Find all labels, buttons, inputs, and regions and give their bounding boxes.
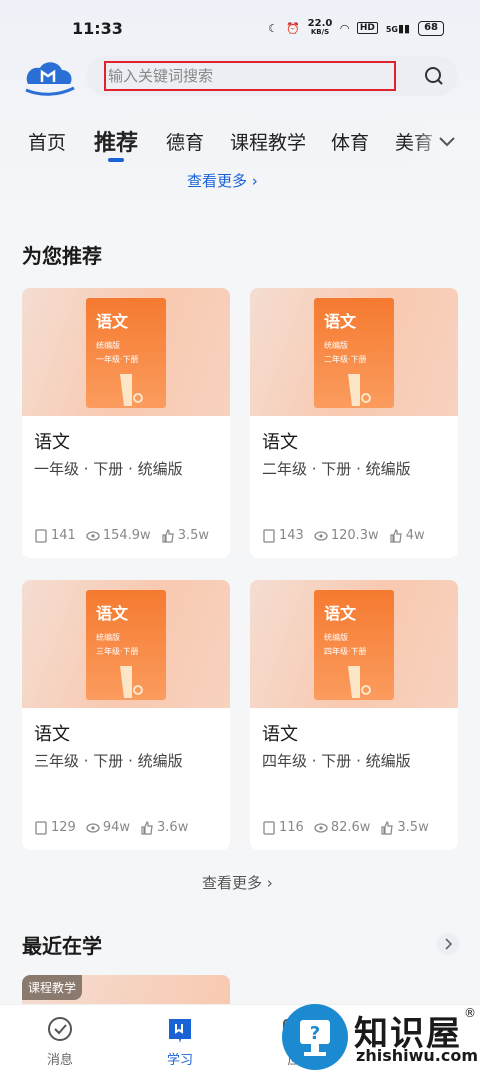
eye-icon: [314, 822, 328, 833]
nav-learn[interactable]: 学习: [150, 1015, 210, 1068]
card-subtitle: 四年级 · 下册 · 统编版: [262, 752, 411, 770]
card-title: 语文: [34, 432, 70, 453]
lessons-icon: [35, 820, 47, 835]
lessons-icon: [263, 528, 275, 543]
card-stats: 141 154.9w 3.5w: [34, 528, 209, 543]
tab-home[interactable]: 首页: [28, 128, 66, 155]
tab-sports[interactable]: 体育: [331, 128, 369, 155]
see-more-link-top[interactable]: 查看更多 ›: [187, 170, 258, 191]
book-glyph-icon: [348, 374, 371, 406]
moon-icon: ☾: [268, 21, 278, 35]
card-title: 语文: [262, 432, 298, 453]
card-stats: 129 94w 3.6w: [34, 820, 188, 835]
tab-recommend[interactable]: 推荐: [94, 125, 138, 157]
search-bar: [86, 56, 458, 96]
category-tabs: 首页 推荐 德育 课程教学 体育 美育: [0, 120, 480, 166]
message-icon: [48, 1017, 72, 1041]
textbook-image: 语文 统编版 二年级·下册: [314, 298, 394, 408]
lessons-icon: [263, 820, 275, 835]
watermark-logo: ? 知识屋 ® zhishiwu.com: [282, 1002, 480, 1072]
book-glyph-icon: [120, 666, 143, 698]
status-time: 11:33: [72, 18, 123, 38]
textbook-image: 语文 统编版 三年级·下册: [86, 590, 166, 700]
thumbs-up-icon: [141, 820, 153, 835]
thumbs-up-icon: [381, 820, 394, 835]
course-cover: 语文 统编版 四年级·下册: [250, 580, 458, 708]
thumbs-up-icon: [162, 528, 174, 543]
eye-icon: [314, 530, 328, 541]
eye-icon: [86, 822, 100, 833]
course-card[interactable]: 语文 统编版 一年级·下册 语文 一年级 · 下册 · 统编版 141 154.…: [22, 288, 230, 558]
card-stats: 143 120.3w 4w: [262, 528, 425, 543]
course-cover: 语文 统编版 二年级·下册: [250, 288, 458, 416]
book-glyph-icon: [348, 666, 371, 698]
status-icons: ☾ ⏰ 22.0 KB/S ◠ HD 5G▮▮ 68: [268, 19, 444, 37]
active-tab-indicator: [108, 158, 124, 162]
textbook-image: 语文 统编版 四年级·下册: [314, 590, 394, 700]
hd-icon: HD: [356, 22, 378, 34]
status-bar: 11:33 ☾ ⏰ 22.0 KB/S ◠ HD 5G▮▮ 68: [0, 0, 480, 56]
textbook-image: 语文 统编版 一年级·下册: [86, 298, 166, 408]
thumbs-up-icon: [390, 528, 402, 543]
search-input[interactable]: [104, 61, 396, 91]
battery-icon: 68: [418, 20, 444, 36]
see-more-link[interactable]: 查看更多 ›: [202, 872, 273, 893]
course-cover: 语文 统编版 三年级·下册: [22, 580, 230, 708]
signal-icon: 5G▮▮: [385, 21, 411, 35]
eye-icon: [86, 530, 100, 541]
nav-messages[interactable]: 消息: [30, 1015, 90, 1068]
recommend-title: 为您推荐: [22, 244, 102, 268]
network-speed: 22.0 KB/S: [307, 18, 333, 37]
tab-course[interactable]: 课程教学: [230, 128, 306, 155]
course-card[interactable]: 语文 统编版 二年级·下册 语文 二年级 · 下册 · 统编版 143 120.…: [250, 288, 458, 558]
card-stats: 116 82.6w 3.5w: [262, 820, 429, 835]
recent-title: 最近在学: [22, 934, 102, 958]
course-cover: 语文 统编版 一年级·下册: [22, 288, 230, 416]
course-card[interactable]: 语文 统编版 四年级·下册 语文 四年级 · 下册 · 统编版 116 82.6…: [250, 580, 458, 850]
card-title: 语文: [34, 724, 70, 745]
watermark-question-icon: ?: [282, 1004, 348, 1070]
card-subtitle: 一年级 · 下册 · 统编版: [34, 460, 183, 478]
chevron-down-icon[interactable]: [438, 132, 456, 150]
card-subtitle: 三年级 · 下册 · 统编版: [34, 752, 183, 770]
book-icon: [169, 1019, 191, 1043]
top-header: [0, 56, 480, 96]
card-subtitle: 二年级 · 下册 · 统编版: [262, 460, 411, 478]
wifi-icon: ◠: [340, 21, 349, 35]
app-logo-icon[interactable]: [22, 56, 76, 96]
svg-text:?: ?: [310, 1023, 320, 1044]
lessons-icon: [35, 528, 47, 543]
book-glyph-icon: [120, 374, 143, 406]
card-title: 语文: [262, 724, 298, 745]
tab-moral[interactable]: 德育: [166, 128, 204, 155]
search-icon[interactable]: [422, 64, 446, 88]
chevron-right-icon[interactable]: [437, 933, 459, 955]
category-tag: 课程教学: [22, 975, 83, 1000]
alarm-icon: ⏰: [285, 21, 300, 35]
course-card[interactable]: 语文 统编版 三年级·下册 语文 三年级 · 下册 · 统编版 129 94w …: [22, 580, 230, 850]
